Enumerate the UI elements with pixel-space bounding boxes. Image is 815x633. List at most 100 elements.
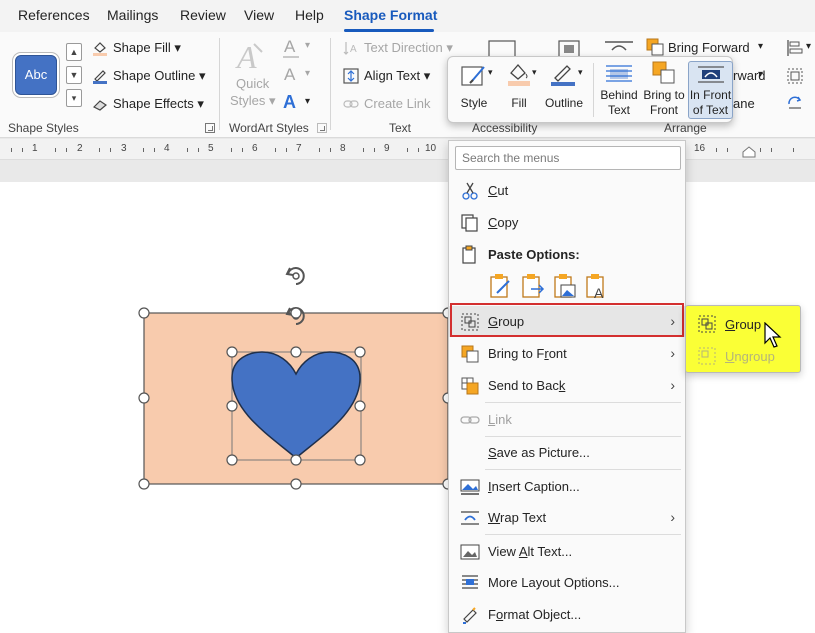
chevron-right-icon: ›: [670, 377, 675, 393]
menu-item-save-as-picture[interactable]: Save as Picture...: [449, 437, 685, 468]
gallery-more-button[interactable]: ▾: [66, 89, 82, 107]
outline-button[interactable]: ▾ Outline: [542, 57, 586, 123]
tab-shape-format[interactable]: Shape Format: [344, 7, 437, 23]
align-dropdown-icon[interactable]: ▾: [806, 41, 811, 52]
horizontal-ruler[interactable]: 1 2 3 4 5 6 7 8 9 10 16: [0, 139, 815, 160]
paste-picture-icon[interactable]: [553, 273, 577, 299]
group-ribbon-icon[interactable]: [786, 67, 804, 85]
tab-references[interactable]: References: [18, 7, 90, 23]
gallery-down-button[interactable]: ▼: [66, 66, 82, 84]
menu-item-link[interactable]: Link: [449, 404, 685, 435]
group-label-accessibility: Accessibility: [472, 121, 538, 135]
fill-button[interactable]: ▾ Fill: [500, 57, 538, 123]
text-effects-dropdown-icon[interactable]: ▾: [305, 96, 310, 107]
fill-label: Fill: [511, 96, 527, 110]
text-outline-dropdown-icon[interactable]: ▾: [305, 68, 310, 79]
shape-fill-button[interactable]: Shape Fill ▾: [113, 40, 181, 56]
menu-item-more-layout-options[interactable]: More Layout Options...: [449, 567, 685, 598]
behind-text-icon: [606, 65, 632, 82]
align-text-button[interactable]: Align Text ▾: [364, 68, 430, 84]
fill-bucket-icon: [508, 64, 530, 86]
mini-toolbar: ▾ Style ▾ Fill ▾ Outline Behind Text Bri…: [447, 56, 733, 123]
shape-outline-button[interactable]: Shape Outline ▾: [113, 68, 206, 84]
menu-item-copy[interactable]: Copy: [449, 207, 685, 238]
shape-effects-button[interactable]: Shape Effects ▾: [113, 96, 204, 112]
menu-item-bring-to-front[interactable]: Bring to Front ›: [449, 338, 685, 369]
tab-review[interactable]: Review: [180, 7, 226, 23]
copy-label: Copy: [488, 215, 519, 230]
ruler-number: 9: [384, 143, 390, 154]
in-front-of-text-button[interactable]: In Front of Text: [688, 61, 733, 119]
menu-separator: [485, 402, 681, 403]
outline-dropdown-icon: ▾: [578, 67, 583, 77]
ruler-number: 10: [425, 143, 437, 154]
menu-item-format-object[interactable]: Format Object...: [449, 599, 685, 630]
quick-styles-label[interactable]: Quick: [236, 76, 269, 91]
format-object-label: Format Object...: [488, 607, 582, 622]
rotate-icon[interactable]: [786, 94, 804, 112]
svg-text:A: A: [594, 285, 604, 299]
paste-icon: [462, 245, 476, 264]
ruler-number: 7: [296, 143, 302, 154]
cut-label: Cut: [488, 183, 509, 198]
align-objects-icon[interactable]: [786, 39, 804, 57]
tab-mailings[interactable]: Mailings: [107, 7, 158, 23]
bring-forward-dropdown-icon[interactable]: ▾: [758, 41, 763, 52]
send-backward-dropdown-icon[interactable]: ▾: [758, 69, 763, 80]
gallery-up-button[interactable]: ▲: [66, 43, 82, 61]
wordart-launcher-icon[interactable]: [317, 123, 327, 133]
ruler-number: 4: [164, 143, 170, 154]
group-separator: [330, 38, 331, 130]
paste-merge-icon[interactable]: [521, 273, 545, 299]
bring-to-front-button[interactable]: Bring to Front: [642, 57, 686, 123]
view-alt-text-label: View Alt Text...: [488, 544, 573, 559]
text-effects-icon[interactable]: A: [283, 92, 296, 113]
wrap-text-icon: [461, 511, 479, 525]
behind-text-button[interactable]: Behind Text: [598, 57, 640, 123]
alt-text-icon: [460, 544, 480, 560]
shape-style-preset-button[interactable]: Abc: [15, 55, 57, 95]
quick-styles-icon: A: [235, 39, 263, 74]
ribbon-tabs: References Mailings Review View Help Sha…: [0, 0, 815, 32]
group-label-arrange: Arrange: [664, 121, 707, 135]
bring-to-front-icon: [652, 61, 675, 84]
create-link-button[interactable]: Create Link: [364, 96, 430, 111]
send-to-back-icon: [461, 377, 479, 395]
text-fill-icon[interactable]: A: [284, 37, 295, 57]
ruler-number: 2: [77, 143, 83, 154]
menu-item-view-alt-text[interactable]: View Alt Text...: [449, 536, 685, 567]
scissors-icon: [462, 182, 478, 200]
menu-separator: [485, 469, 681, 470]
menu-item-insert-caption[interactable]: Insert Caption...: [449, 471, 685, 502]
indent-marker-icon[interactable]: [742, 146, 756, 158]
group-separator: [219, 38, 220, 130]
paste-text-only-icon[interactable]: A: [585, 273, 609, 299]
svg-text:A: A: [235, 39, 257, 74]
search-menus-input[interactable]: Search the menus: [455, 146, 681, 170]
shape-styles-launcher-icon[interactable]: [205, 123, 215, 133]
text-direction-icon: A: [343, 42, 357, 55]
menu-item-send-to-back[interactable]: Send to Back ›: [449, 370, 685, 401]
submenu-ungroup-label: Ungroup: [725, 349, 775, 364]
menu-item-cut[interactable]: Cut: [449, 175, 685, 206]
menu-separator: [485, 534, 681, 535]
chevron-right-icon: ›: [670, 509, 675, 525]
bring-forward-icon: [646, 38, 664, 56]
selection-pane-button-partial[interactable]: ane: [733, 96, 755, 111]
tab-view[interactable]: View: [244, 7, 274, 23]
shape-outline-icon: [93, 70, 107, 84]
tab-help[interactable]: Help: [295, 7, 324, 23]
behind-text-label-2: Text: [607, 103, 630, 117]
paste-keep-source-icon[interactable]: [489, 273, 513, 299]
fill-dropdown-icon: ▾: [532, 67, 537, 77]
bring-forward-button[interactable]: Bring Forward: [668, 40, 750, 55]
text-direction-button[interactable]: Text Direction ▾: [364, 40, 453, 56]
paste-options-label: Paste Options:: [488, 247, 580, 262]
text-outline-icon[interactable]: A: [284, 65, 295, 85]
quick-styles-label-2[interactable]: Styles ▾: [230, 93, 276, 109]
wrap-text-ribbon-icon[interactable]: [604, 40, 634, 54]
menu-item-paste-options: Paste Options:: [449, 239, 685, 270]
menu-item-wrap-text[interactable]: Wrap Text ›: [449, 502, 685, 533]
text-fill-dropdown-icon[interactable]: ▾: [305, 40, 310, 51]
style-button[interactable]: ▾ Style: [454, 57, 494, 123]
